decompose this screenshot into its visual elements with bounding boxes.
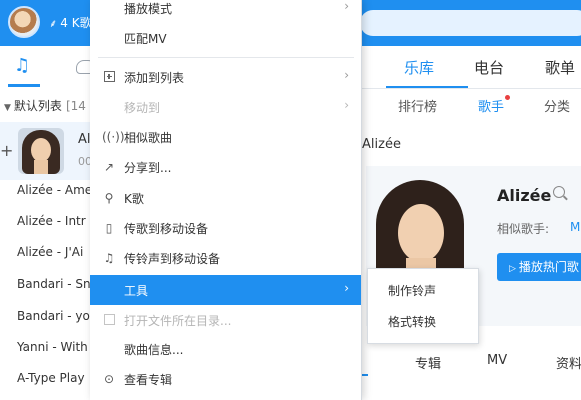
menu-item-label: 传歌到移动设备	[124, 222, 209, 236]
menu-item-open-folder[interactable]: 打开文件所在目录...	[90, 305, 361, 335]
context-menu: 播放模式 › 匹配MV 添加到列表 › 移动到 › ((·)) 相似歌曲 ↗ 分…	[90, 0, 362, 400]
menu-item-send-to-device[interactable]: ▯ 传歌到移动设备	[90, 213, 361, 243]
menu-item-play-mode[interactable]: 播放模式 ›	[90, 0, 361, 23]
tab-albums[interactable]: 专辑	[415, 353, 441, 372]
breadcrumb: Alizée	[362, 137, 401, 152]
song-list-item[interactable]: Alizée - Intr	[17, 214, 86, 228]
playlist-header[interactable]: ▼ 默认列表 [14	[4, 97, 86, 114]
now-playing-title: Al	[78, 132, 91, 147]
tab-radio[interactable]: 电台	[474, 57, 504, 78]
submenu-item-make-ringtone[interactable]: 制作铃声	[368, 275, 478, 305]
subtab-singers[interactable]: 歌手	[478, 96, 504, 115]
chevron-right-icon: ›	[344, 0, 349, 13]
bell-icon: ♫	[103, 251, 115, 265]
chevron-right-icon: ›	[344, 98, 349, 112]
play-hot-songs-label: 播放热门歌	[518, 260, 579, 274]
song-list-item[interactable]: Alizée - Ame	[17, 183, 92, 197]
play-hot-songs-button[interactable]: ▷ 播放热门歌	[497, 253, 581, 281]
tab-mv[interactable]: MV	[487, 353, 507, 368]
song-list-item[interactable]: Alizée - J'Ai	[17, 245, 83, 259]
menu-item-tools[interactable]: 工具 ›	[90, 275, 361, 305]
menu-item-view-album[interactable]: ⊙ 查看专辑	[90, 364, 361, 394]
tools-submenu: 制作铃声 格式转换	[367, 268, 479, 344]
menu-item-label: 移动到	[124, 101, 161, 115]
tab-profile[interactable]: 资料	[556, 353, 581, 372]
menu-item-karaoke[interactable]: ⚲ K歌	[90, 183, 361, 213]
subtab-charts[interactable]: 排行榜	[398, 96, 437, 115]
search-icon[interactable]	[553, 186, 565, 198]
menu-item-share[interactable]: ↗ 分享到...	[90, 152, 361, 182]
tab-playlists[interactable]: 歌单	[545, 57, 575, 78]
menu-item-add-to-list[interactable]: 添加到列表 ›	[90, 62, 361, 92]
menu-item-label: 工具	[124, 284, 149, 298]
menu-item-similar-songs[interactable]: ((·)) 相似歌曲	[90, 122, 361, 152]
vip-badge[interactable]: ⸙ 4 K歌	[49, 14, 92, 31]
share-icon: ↗	[103, 160, 115, 174]
menu-item-label: 添加到列表	[124, 71, 185, 85]
menu-item-label: 匹配MV	[124, 32, 167, 46]
menu-item-label: 相似歌曲	[124, 131, 173, 145]
play-icon: ▷	[509, 264, 516, 274]
song-list-item[interactable]: Yanni - With	[17, 340, 88, 354]
folder-icon	[102, 313, 116, 327]
similar-artist-link[interactable]: M	[570, 220, 580, 234]
menu-separator	[98, 57, 354, 58]
radio-waves-icon: ((·))	[102, 130, 125, 144]
menu-item-match-mv[interactable]: 匹配MV	[90, 23, 361, 53]
song-list-item[interactable]: Bandari - Sn	[17, 277, 91, 291]
divider	[362, 88, 581, 89]
menu-item-move-to[interactable]: 移动到 ›	[90, 92, 361, 122]
now-playing-cover	[18, 128, 64, 174]
chevron-down-icon: ▼	[4, 103, 11, 113]
music-note-icon[interactable]: ♫	[14, 56, 30, 76]
menu-item-label: 分享到...	[124, 161, 172, 175]
artist-name: Alizée	[497, 186, 552, 205]
chevron-right-icon: ›	[344, 281, 349, 295]
similar-artists-label: 相似歌手:	[497, 222, 550, 236]
menu-item-label: K歌	[124, 192, 144, 206]
playlist-count: [14	[65, 99, 86, 113]
submenu-item-format-convert[interactable]: 格式转换	[368, 306, 478, 336]
menu-item-label: 歌曲信息...	[124, 343, 184, 357]
phone-icon: ▯	[105, 221, 113, 235]
menu-item-song-info[interactable]: 歌曲信息...	[90, 334, 361, 364]
menu-item-label: 播放模式	[124, 2, 173, 16]
menu-item-label: 打开文件所在目录...	[124, 314, 232, 328]
menu-item-send-ringtone[interactable]: ♫ 传铃声到移动设备	[90, 243, 361, 273]
song-list-item[interactable]: A-Type Play	[17, 371, 85, 385]
menu-item-label: 传铃声到移动设备	[124, 252, 221, 266]
subtab-categories[interactable]: 分类	[544, 96, 570, 115]
microphone-icon: ⚲	[104, 191, 114, 205]
submenu-item-label: 制作铃声	[388, 284, 437, 298]
add-icon[interactable]: +	[0, 141, 13, 160]
chevron-right-icon: ›	[344, 68, 349, 82]
album-disc-icon: ⊙	[103, 372, 115, 386]
notification-dot	[505, 95, 510, 100]
tab-library[interactable]: 乐库	[404, 57, 434, 78]
search-input[interactable]	[360, 10, 581, 36]
user-avatar[interactable]	[8, 6, 40, 38]
add-box-icon	[102, 70, 116, 84]
playlist-title: 默认列表	[13, 99, 62, 113]
feather-icon: ⸙	[49, 17, 58, 30]
vip-text: 4 K歌	[60, 16, 92, 30]
menu-item-label: 查看专辑	[124, 373, 173, 387]
submenu-item-label: 格式转换	[388, 315, 437, 329]
active-tab-indicator	[8, 84, 40, 87]
song-list-item[interactable]: Bandari - yo	[17, 309, 90, 323]
